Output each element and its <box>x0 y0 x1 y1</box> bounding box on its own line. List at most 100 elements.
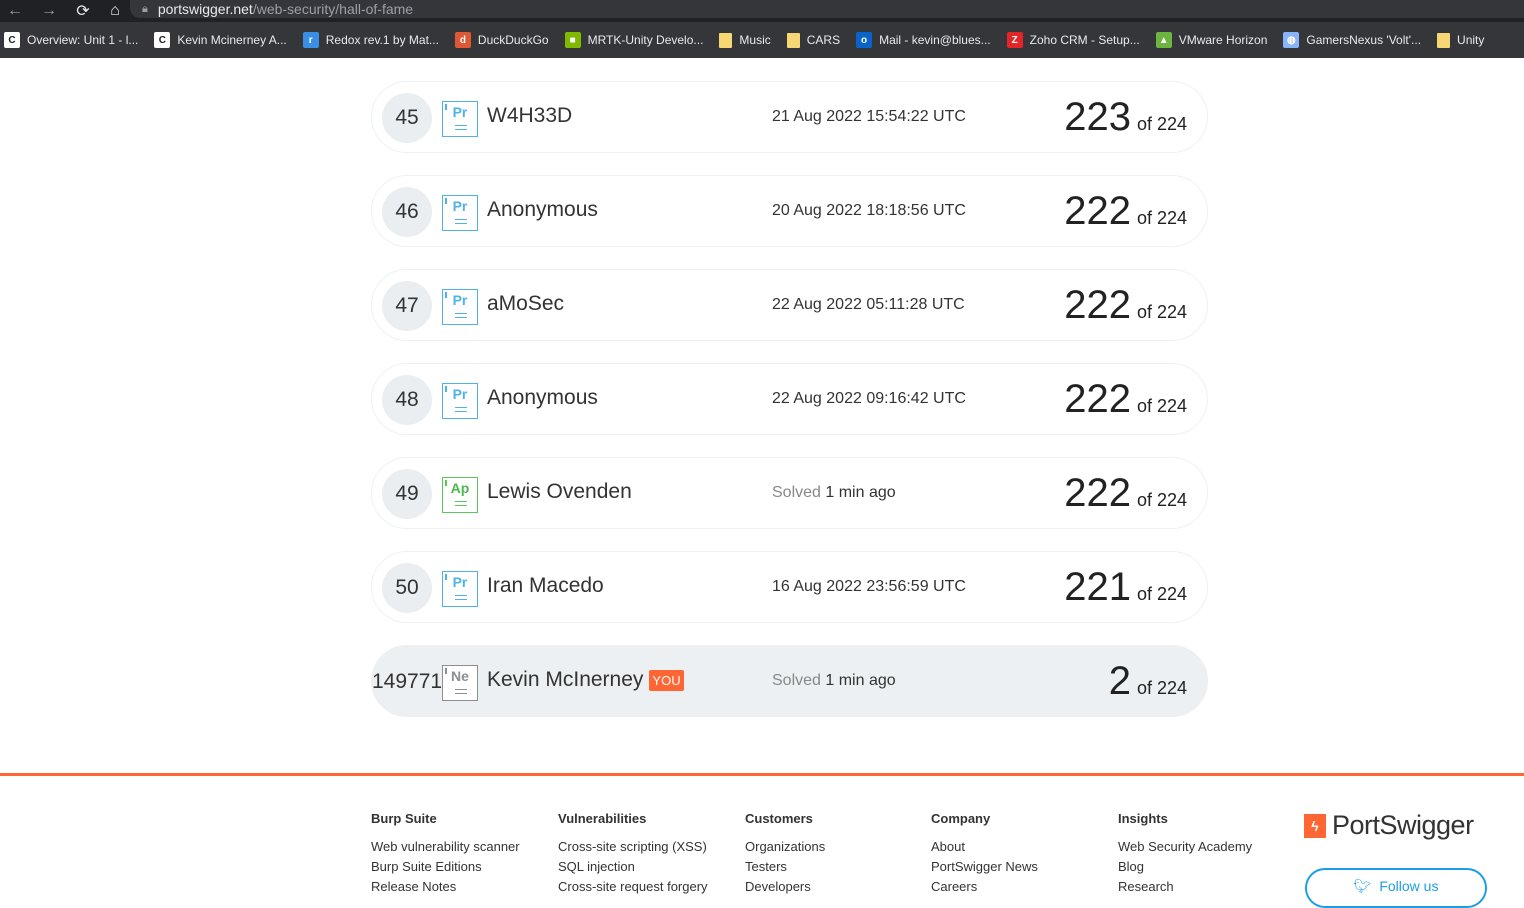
badge-symbol: Ne <box>451 668 469 684</box>
footer-heading: Vulnerabilities <box>558 811 647 826</box>
footer-heading: Customers <box>745 811 813 826</box>
footer-link[interactable]: Burp Suite Editions <box>371 859 520 875</box>
user-name: Kevin McInerney YOU <box>487 668 684 692</box>
user-name-text: Iran Macedo <box>487 574 604 597</box>
labs-solved-score: 222 of 224 <box>1064 470 1187 516</box>
score-value: 223 <box>1064 95 1131 139</box>
bookmark-item[interactable]: ▲ VMware Horizon <box>1155 32 1267 48</box>
footer-link[interactable]: Organizations <box>745 839 825 855</box>
bookmark-item[interactable]: ■ MRTK-Unity Develo... <box>564 32 704 48</box>
footer-column: Customers Organizations Testers Developers <box>745 811 825 899</box>
completion-date: 22 Aug 2022 05:11:28 UTC <box>772 296 965 313</box>
solved-label: Solved <box>772 672 821 689</box>
microsoft-icon: ■ <box>564 32 581 48</box>
twitter-icon: 🐦︎ <box>1353 878 1372 894</box>
leaderboard-row: 49 Ap Lewis Ovenden Solved 1 min ago 222 of 2… <box>371 457 1208 529</box>
footer-link[interactable]: Release Notes <box>371 879 520 895</box>
badge-symbol: Pr <box>452 574 468 590</box>
footer-link[interactable]: SQL injection <box>558 859 708 875</box>
footer-link[interactable]: Research <box>1118 879 1252 895</box>
bookmark-item[interactable]: d DuckDuckGo <box>454 32 549 48</box>
footer-link[interactable]: Careers <box>931 879 1038 895</box>
completion-time: Solved 1 min ago <box>772 672 896 690</box>
folder-icon <box>786 32 800 48</box>
footer-link[interactable]: Developers <box>745 879 825 895</box>
portswigger-logo-icon: ϟ <box>1304 813 1326 838</box>
bookmark-label: Redox rev.1 by Mat... <box>325 33 439 47</box>
labs-solved-score: 2 of 224 <box>1109 658 1187 704</box>
footer-link[interactable]: About <box>931 839 1038 855</box>
footer-link[interactable]: Web vulnerability scanner <box>371 839 520 855</box>
bookmark-item[interactable]: ◍ GamersNexus 'Volt'... <box>1283 32 1421 48</box>
leaderboard-row: 45 Pr W4H33D 21 Aug 2022 15:54:22 UTC 223 of … <box>371 81 1208 153</box>
bookmark-item[interactable]: C Overview: Unit 1 - l... <box>4 32 138 48</box>
footer-column: Insights Web Security Academy Blog Research <box>1118 811 1252 899</box>
badge-lines <box>455 125 467 130</box>
solved-when: 1 min ago <box>825 484 896 501</box>
bookmark-item[interactable]: C Kevin Mcinerney A... <box>154 32 287 48</box>
globe-icon: ◍ <box>1283 32 1300 48</box>
bookmark-item[interactable]: r Redox rev.1 by Mat... <box>302 32 439 48</box>
footer-link[interactable]: Testers <box>745 859 825 875</box>
home-icon[interactable]: ⌂ <box>100 0 130 22</box>
rank-number: 45 <box>382 93 432 143</box>
rank-number: 49 <box>382 469 432 519</box>
completion-time: 20 Aug 2022 18:18:56 UTC <box>772 202 966 220</box>
forward-icon[interactable]: → <box>34 0 64 22</box>
bookmark-item[interactable]: o Mail - kevin@blues... <box>856 32 991 48</box>
score-total: of 224 <box>1136 678 1187 698</box>
score-total: of 224 <box>1136 584 1187 604</box>
completion-date: 16 Aug 2022 23:56:59 UTC <box>772 578 966 595</box>
follow-us-label: Follow us <box>1379 878 1439 894</box>
bookmark-label: DuckDuckGo <box>477 33 549 47</box>
url-path: /web-security/hall-of-fame <box>252 1 414 17</box>
bookmark-item[interactable]: Z Zoho CRM - Setup... <box>1006 32 1140 48</box>
badge-lines <box>455 407 467 412</box>
reload-icon[interactable]: ⟳ <box>68 0 98 22</box>
score-total: of 224 <box>1136 396 1187 416</box>
user-name-text: Kevin McInerney <box>487 668 644 691</box>
vmware-icon: ▲ <box>1155 32 1172 48</box>
footer-link[interactable]: Cross-site scripting (XSS) <box>558 839 708 855</box>
follow-us-button[interactable]: 🐦︎ Follow us <box>1305 868 1487 908</box>
score-value: 2 <box>1108 659 1131 703</box>
labs-solved-score: 223 of 224 <box>1064 94 1187 140</box>
badge-tick <box>445 668 447 674</box>
badge-tick <box>445 104 447 110</box>
score-value: 222 <box>1064 189 1131 233</box>
rank-number: 47 <box>382 281 432 331</box>
portswigger-logo[interactable]: ϟ PortSwigger <box>1304 810 1474 841</box>
user-name-text: Anonymous <box>487 198 598 221</box>
bookmark-item[interactable]: CARS <box>786 32 840 48</box>
lock-icon: 🔒︎ <box>142 2 148 15</box>
completion-date: 22 Aug 2022 09:16:42 UTC <box>772 390 966 407</box>
solved-when: 1 min ago <box>825 672 896 689</box>
level-badge-icon: Pr <box>442 383 478 419</box>
footer-column: Burp Suite Web vulnerability scanner Burp … <box>371 811 520 899</box>
address-bar[interactable]: 🔒︎ portswigger.net/web-security/hall-of-… <box>130 0 1524 18</box>
bookmark-item[interactable]: Music <box>719 32 771 48</box>
footer-column: Vulnerabilities Cross-site scripting (XSS… <box>558 811 708 899</box>
current-user-row: 149771 Ne Kevin McInerney YOU Solved 1 min a… <box>371 645 1208 717</box>
bookmark-label: Overview: Unit 1 - l... <box>27 33 139 47</box>
footer-link[interactable]: Web Security Academy <box>1118 839 1252 855</box>
bookmark-label: Zoho CRM - Setup... <box>1029 33 1140 47</box>
labs-solved-score: 222 of 224 <box>1064 376 1187 422</box>
back-icon[interactable]: ← <box>0 0 30 22</box>
user-name: Anonymous <box>487 386 598 410</box>
score-value: 222 <box>1064 377 1131 421</box>
bookmark-label: MRTK-Unity Develo... <box>587 33 704 47</box>
footer-link[interactable]: PortSwigger News <box>931 859 1038 875</box>
leaderboard-row: 48 Pr Anonymous 22 Aug 2022 09:16:42 UTC 222… <box>371 363 1208 435</box>
bookmark-label: Music <box>739 33 771 47</box>
bookmarks-bar: C Overview: Unit 1 - l... C Kevin Mcinerney… <box>0 22 1524 58</box>
footer-heading: Company <box>931 811 991 826</box>
completion-time: 16 Aug 2022 23:56:59 UTC <box>772 578 966 596</box>
footer-link[interactable]: Cross-site request forgery <box>558 879 708 895</box>
score-value: 222 <box>1064 471 1131 515</box>
leaderboard-row: 47 Pr aMoSec 22 Aug 2022 05:11:28 UTC 222 of … <box>371 269 1208 341</box>
bookmark-item[interactable]: Unity <box>1437 32 1484 48</box>
duckduckgo-icon: d <box>454 32 471 48</box>
user-name: W4H33D <box>487 104 572 128</box>
footer-link[interactable]: Blog <box>1118 859 1252 875</box>
